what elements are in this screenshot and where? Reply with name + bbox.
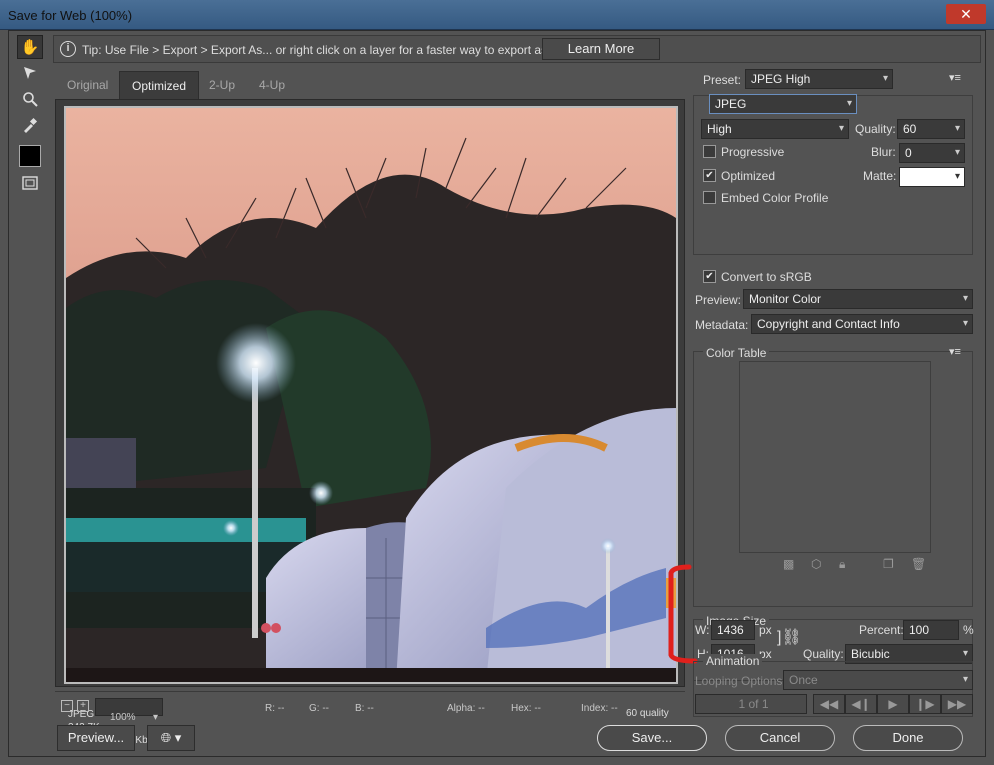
quality-input[interactable]: 60 ▾	[897, 119, 965, 139]
title-bar: Save for Web (100%) ✕	[0, 0, 994, 30]
frame-counter: 1 of 1	[695, 694, 807, 714]
width-input[interactable]: 1436	[711, 620, 755, 640]
progressive-label: Progressive	[721, 145, 785, 159]
optimized-checkbox[interactable]: ✔	[703, 169, 716, 182]
zoom-out-icon[interactable]: −	[61, 700, 73, 712]
metadata-select[interactable]: Copyright and Contact Info ▾	[751, 314, 973, 334]
preset-menu-icon[interactable]: ▾≡	[949, 71, 961, 84]
optimized-image-preview[interactable]	[64, 106, 678, 684]
photo-preview	[66, 108, 676, 682]
tab-optimized[interactable]: Optimized	[119, 71, 200, 99]
red-readout: R: --	[265, 703, 285, 714]
tab-4up[interactable]: 4-Up	[247, 71, 297, 99]
percent-unit: %	[963, 623, 974, 637]
info-icon: i	[60, 41, 76, 57]
color-table-menu-icon[interactable]: ▾≡	[949, 345, 961, 358]
index-readout: Index: --	[581, 703, 618, 714]
tip-bar: i Tip: Use File > Export > Export As... …	[53, 35, 981, 63]
cancel-button[interactable]: Cancel	[725, 725, 835, 751]
status-bar: − + 100% ▾ R: -- G: -- B: -- Alpha: -- H…	[55, 691, 685, 723]
preview-select[interactable]: Monitor Color ▾	[743, 289, 973, 309]
trash-icon[interactable]: 🗑︎	[911, 557, 926, 571]
color-table-grid	[739, 361, 931, 553]
lock-icon[interactable]: 🔒︎	[839, 557, 845, 572]
slice-select-tool-icon[interactable]	[17, 61, 43, 85]
zoom-in-icon[interactable]: +	[77, 700, 89, 712]
web-shift-icon[interactable]: ⬡	[811, 557, 821, 571]
tab-original[interactable]: Original	[55, 71, 120, 99]
map-color-icon[interactable]: ▩	[783, 557, 794, 571]
alpha-readout: Alpha: --	[447, 703, 485, 714]
animation-title: Animation	[703, 654, 763, 668]
view-tabs: Original Optimized 2-Up 4-Up	[55, 71, 685, 99]
animation-panel: Animation Looping Options: Once ▾ 1 of 1 …	[689, 651, 983, 717]
convert-srgb-checkbox[interactable]: ✔	[703, 270, 716, 283]
width-unit: px	[759, 623, 772, 637]
hand-tool-icon[interactable]: ✋	[17, 35, 43, 59]
percent-label: Percent:	[859, 623, 904, 637]
settings-panel: Preset: JPEG High ▾ ▾≡ JPEG ▾ High ▾ Qualit…	[689, 67, 983, 687]
eyedropper-tool-icon[interactable]	[17, 113, 43, 137]
embed-profile-checkbox[interactable]	[703, 191, 716, 204]
blue-readout: B: --	[355, 703, 374, 714]
preview-label: Preview:	[695, 293, 742, 307]
toggle-slices-icon[interactable]	[17, 171, 43, 195]
done-button[interactable]: Done	[853, 725, 963, 751]
quality-label: Quality:	[855, 122, 896, 136]
zoom-tool-icon[interactable]	[17, 87, 43, 111]
blur-label: Blur:	[871, 145, 896, 159]
matte-color-select[interactable]: ▾	[899, 167, 965, 187]
save-button[interactable]: Save...	[597, 725, 707, 751]
preset-select[interactable]: JPEG High ▾	[745, 69, 893, 89]
format-select[interactable]: JPEG ▾	[709, 94, 857, 114]
convert-srgb-label: Convert to sRGB	[721, 270, 812, 284]
prev-frame-button[interactable]: ◀❙	[845, 694, 877, 714]
matte-label: Matte:	[863, 169, 897, 183]
progressive-checkbox[interactable]	[703, 145, 716, 158]
embed-profile-label: Embed Color Profile	[721, 191, 829, 205]
tool-palette: ✋	[17, 35, 47, 197]
first-frame-button[interactable]: ◀◀	[813, 694, 845, 714]
compression-select[interactable]: High ▾	[701, 119, 849, 139]
looping-select[interactable]: Once ▾	[783, 670, 973, 690]
link-dimensions-icon[interactable]: ]⛓	[777, 627, 802, 647]
preset-label: Preset:	[703, 73, 742, 87]
learn-more-button[interactable]: Learn More	[542, 38, 660, 60]
zoom-select[interactable]: 100% ▾	[95, 698, 163, 723]
play-button[interactable]: ▶	[877, 694, 909, 714]
green-readout: G: --	[309, 703, 329, 714]
preview-button[interactable]: Preview...	[57, 725, 135, 751]
metadata-label: Metadata:	[695, 318, 749, 332]
preview-area: JPEG 342.7K 63 sec @ 56.6 Kbps ▾≡ 60 qua…	[55, 99, 685, 746]
color-table-title: Color Table	[703, 346, 770, 360]
optimized-label: Optimized	[721, 169, 776, 183]
dialog-frame: ✋ i Tip: Use File > Export > Export As..…	[8, 30, 986, 757]
eyedropper-color-swatch[interactable]	[19, 145, 41, 167]
tip-text: Tip: Use File > Export > Export As... or…	[82, 43, 570, 57]
browser-preview-icon[interactable]: 🌐︎ ▾	[147, 725, 195, 751]
percent-input[interactable]: 100	[903, 620, 959, 640]
looping-label: Looping Options:	[695, 674, 786, 688]
last-frame-button[interactable]: ▶▶	[941, 694, 973, 714]
hex-readout: Hex: --	[511, 703, 541, 714]
tab-2up[interactable]: 2-Up	[197, 71, 247, 99]
new-color-icon[interactable]: ❐	[883, 557, 894, 571]
blur-input[interactable]: 0 ▾	[899, 143, 965, 163]
close-icon[interactable]: ✕	[946, 4, 986, 24]
window-title: Save for Web (100%)	[8, 8, 133, 23]
next-frame-button[interactable]: ❙▶	[909, 694, 941, 714]
